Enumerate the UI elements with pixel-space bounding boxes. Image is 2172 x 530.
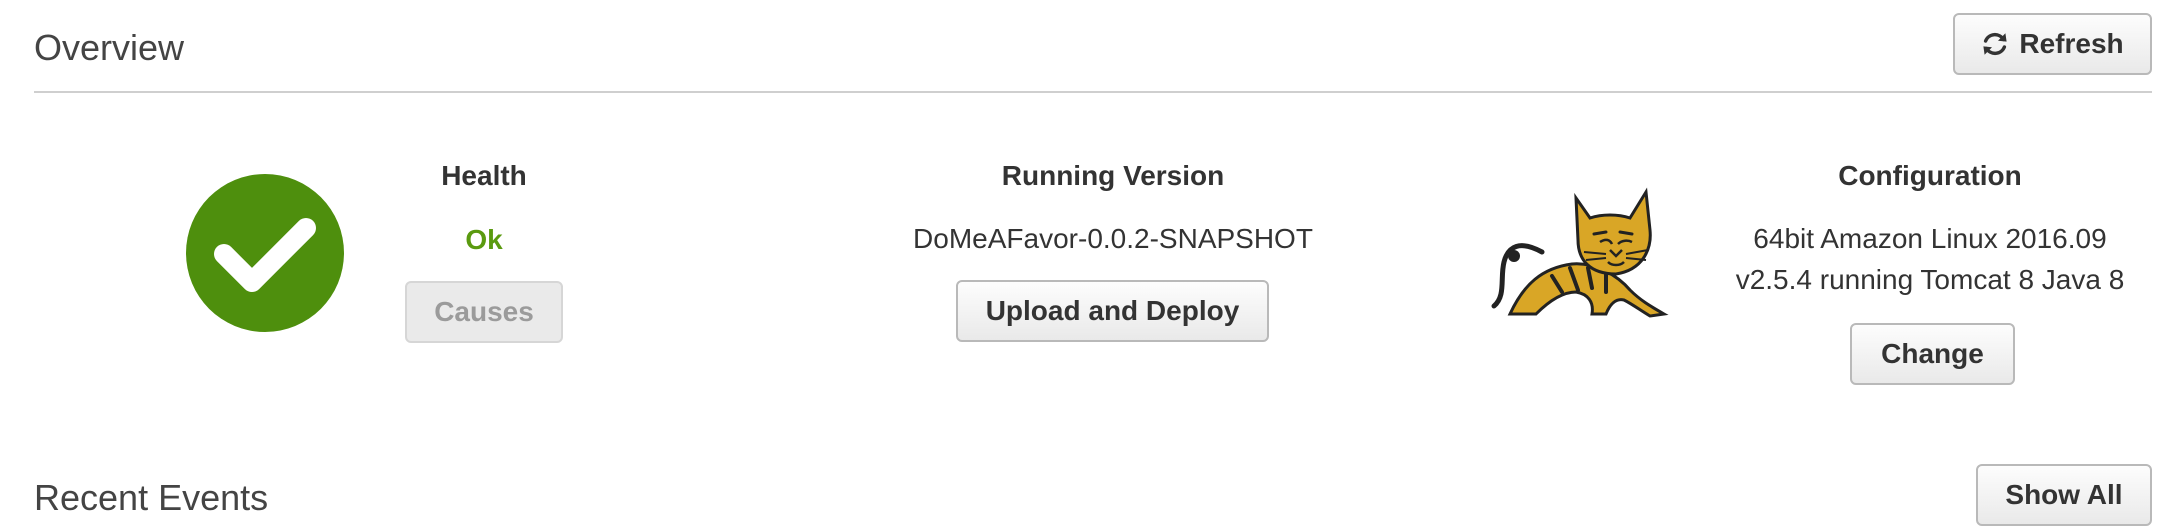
refresh-icon xyxy=(1983,32,2007,56)
tomcat-logo xyxy=(1491,187,1669,318)
change-configuration-button[interactable]: Change xyxy=(1850,323,2015,385)
health-status: Ok xyxy=(465,224,503,255)
upload-and-deploy-button[interactable]: Upload and Deploy xyxy=(956,280,1269,342)
check-circle-icon xyxy=(186,174,344,332)
recent-events-title: Recent Events xyxy=(34,477,269,518)
overview-divider xyxy=(34,91,2152,93)
show-all-button[interactable]: Show All xyxy=(1976,464,2152,526)
health-heading: Health xyxy=(441,160,527,191)
running-version-heading: Running Version xyxy=(1001,160,1225,191)
overview-title: Overview xyxy=(34,27,185,68)
configuration-platform: 64bit Amazon Linux 2016.09 xyxy=(1753,223,2107,254)
running-version-value: DoMeAFavor-0.0.2-SNAPSHOT xyxy=(913,223,1313,254)
causes-button[interactable]: Causes xyxy=(405,281,563,343)
configuration-heading: Configuration xyxy=(1838,160,2022,191)
configuration-runtime: v2.5.4 running Tomcat 8 Java 8 xyxy=(1735,264,2125,295)
refresh-button-label: Refresh xyxy=(2019,28,2124,59)
refresh-button[interactable]: Refresh xyxy=(1953,13,2152,75)
